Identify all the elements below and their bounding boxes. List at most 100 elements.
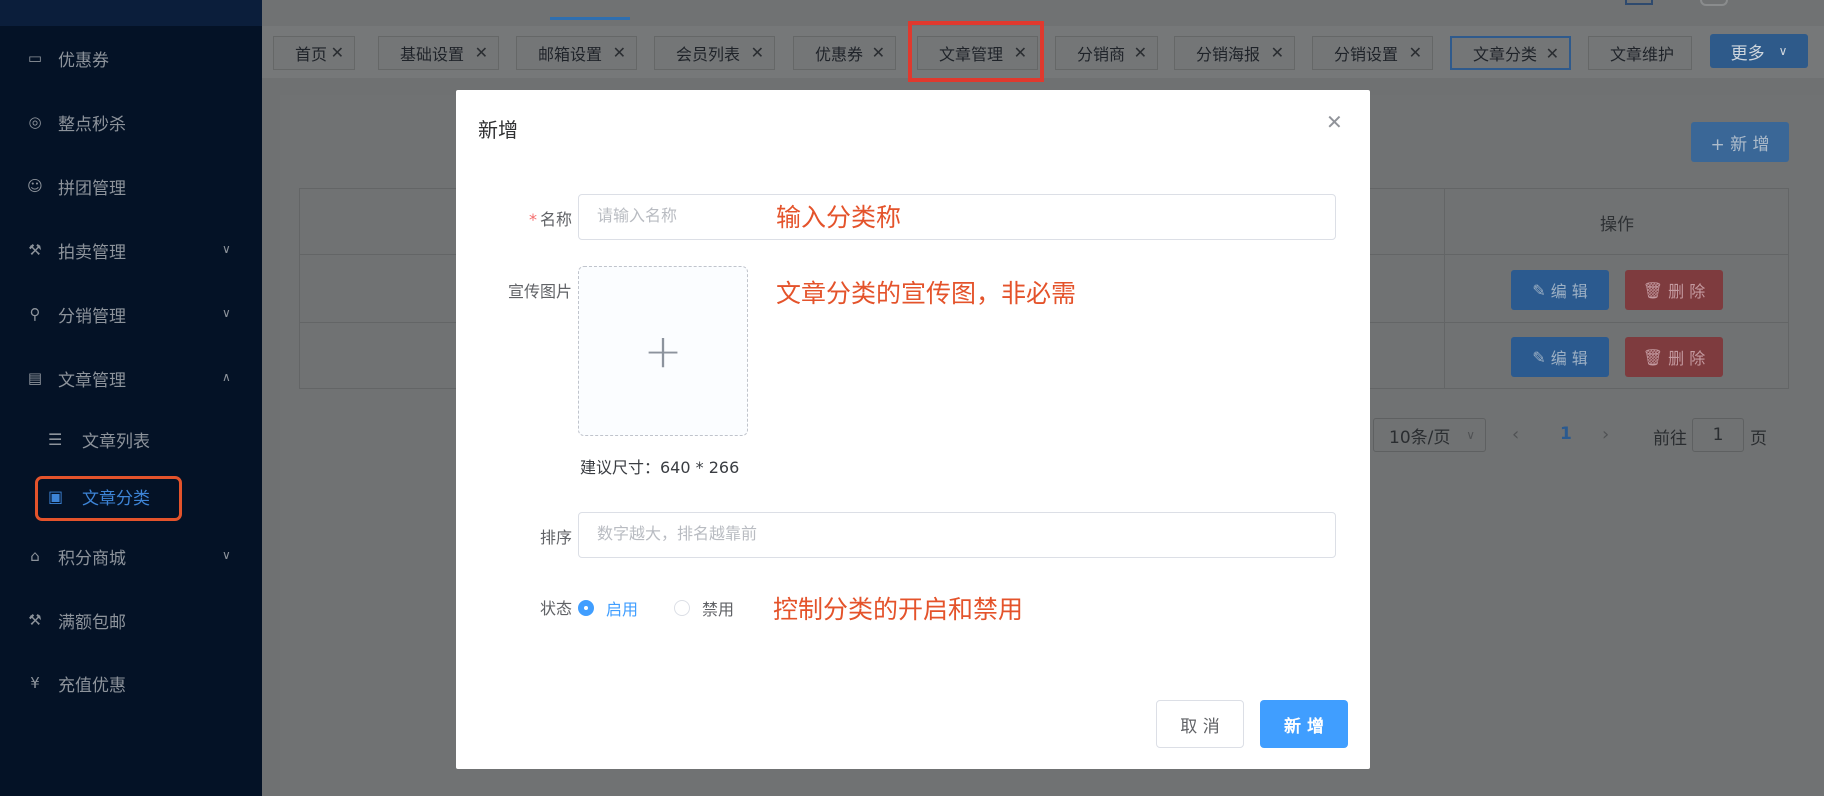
sidebar-item-group-buy[interactable]: ☺ 拼团管理 xyxy=(0,158,262,214)
table-header-actions: 操作 xyxy=(1600,215,1634,235)
name-label-text: 名称 xyxy=(539,210,572,229)
list-icon: ☰ xyxy=(48,429,63,449)
chevron-down-icon: ∨ xyxy=(1466,428,1475,442)
delete-button[interactable]: 🗑 删 除 xyxy=(1625,337,1723,377)
close-icon[interactable]: ✕ xyxy=(331,43,344,62)
tab-home[interactable]: 首页 ✕ xyxy=(273,36,355,70)
sidebar-item-label: 积分商城 xyxy=(58,548,126,569)
image-size-hint: 建议尺寸：640 * 266 xyxy=(580,458,740,477)
edit-button[interactable]: ✎ 编 辑 xyxy=(1511,337,1609,377)
tab-article-category[interactable]: 文章分类 ✕ xyxy=(1450,36,1571,70)
goto-page-input[interactable]: 1 xyxy=(1692,418,1744,452)
logo-strip xyxy=(0,0,262,26)
tab-basic-settings[interactable]: 基础设置 ✕ xyxy=(378,36,499,70)
goto-suffix: 页 xyxy=(1750,429,1767,449)
tab-label: 分销设置 xyxy=(1334,45,1399,64)
sidebar-item-label: 文章管理 xyxy=(58,370,126,391)
close-icon[interactable]: ✕ xyxy=(1271,43,1284,62)
gavel-icon: ⚒ xyxy=(28,241,42,259)
submit-button[interactable]: 新 增 xyxy=(1260,700,1348,748)
delete-button[interactable]: 🗑 删 除 xyxy=(1625,270,1723,310)
document-icon: ▤ xyxy=(27,369,43,387)
delete-label: 删 除 xyxy=(1668,282,1706,301)
sort-input[interactable] xyxy=(578,512,1336,558)
yen-icon: ¥ xyxy=(30,674,40,692)
tab-distributor[interactable]: 分销商 ✕ xyxy=(1055,36,1158,70)
sidebar-item-auction[interactable]: ⚒ 拍卖管理 ∨ xyxy=(0,222,262,278)
close-icon[interactable]: ✕ xyxy=(613,43,626,62)
tab-label: 基础设置 xyxy=(400,45,465,64)
tab-article-maintenance[interactable]: 文章维护 xyxy=(1588,36,1692,70)
chevron-down-icon: ∨ xyxy=(222,306,231,320)
tab-distribution-settings[interactable]: 分销设置 ✕ xyxy=(1312,36,1433,70)
sidebar: ▭ 优惠券 ◎ 整点秒杀 ☺ 拼团管理 ⚒ 拍卖管理 ∨ ⚲ 分销管理 ∨ ▤ … xyxy=(0,0,262,796)
next-page-icon[interactable]: › xyxy=(1602,424,1609,445)
store-icon: ⌂ xyxy=(30,547,40,565)
tab-distribution-poster[interactable]: 分销海报 ✕ xyxy=(1174,36,1295,70)
tab-label: 文章维护 xyxy=(1610,45,1675,64)
cancel-button[interactable]: 取 消 xyxy=(1156,700,1244,748)
sidebar-subitem-article-list[interactable]: ☰ 文章列表 xyxy=(0,414,262,464)
edit-button[interactable]: ✎ 编 辑 xyxy=(1511,270,1609,310)
sidebar-item-points-mall[interactable]: ⌂ 积分商城 ∨ xyxy=(0,528,262,584)
delete-label: 删 除 xyxy=(1668,349,1706,368)
dialog-title: 新增 xyxy=(478,118,518,142)
chevron-down-icon: ∨ xyxy=(222,548,231,562)
image-label: 宣传图片 xyxy=(507,282,572,301)
sidebar-item-coupon[interactable]: ▭ 优惠券 xyxy=(0,30,262,86)
more-label: 更多 xyxy=(1730,43,1765,64)
name-label: * 名称 xyxy=(462,206,572,230)
required-asterisk: * xyxy=(528,210,537,229)
tab-label: 首页 xyxy=(295,45,328,64)
group-icon: ☺ xyxy=(27,177,43,195)
tabs-more-button[interactable]: 更多 ∨ xyxy=(1710,34,1808,68)
radio-label: 启用 xyxy=(606,600,639,619)
sidebar-item-free-shipping[interactable]: ⚒ 满额包邮 xyxy=(0,592,262,648)
page-size-select[interactable]: 10条/页 ∨ xyxy=(1373,418,1486,452)
status-radio-disabled[interactable]: 禁用 xyxy=(674,596,734,620)
coupon-icon: ▭ xyxy=(27,49,43,67)
radio-label: 禁用 xyxy=(702,600,735,619)
plus-icon: + xyxy=(643,324,683,378)
tab-coupon[interactable]: 优惠券 ✕ xyxy=(793,36,896,70)
tab-member-list[interactable]: 会员列表 ✕ xyxy=(654,36,775,70)
avatar[interactable] xyxy=(1700,0,1728,6)
prev-page-icon[interactable]: ‹ xyxy=(1512,424,1519,445)
close-icon[interactable]: ✕ xyxy=(1409,43,1422,62)
sidebar-highlight-box xyxy=(35,476,182,521)
close-icon[interactable]: ✕ xyxy=(751,43,764,62)
fullscreen-icon[interactable] xyxy=(1625,0,1653,5)
current-page[interactable]: 1 xyxy=(1560,424,1572,444)
flash-sale-icon: ◎ xyxy=(28,113,42,131)
tab-highlight-box xyxy=(908,21,1044,82)
sidebar-item-recharge[interactable]: ¥ 充值优惠 xyxy=(0,655,262,711)
radio-dot xyxy=(578,600,594,616)
annotation-name: 输入分类称 xyxy=(776,203,902,232)
edit-icon: ✎ xyxy=(1532,347,1551,367)
close-icon[interactable]: ✕ xyxy=(475,43,488,62)
radio-dot xyxy=(674,600,690,616)
close-icon[interactable]: ✕ xyxy=(1134,43,1147,62)
close-icon[interactable]: ✕ xyxy=(1326,110,1343,134)
trash-icon: 🗑 xyxy=(1642,280,1669,300)
sidebar-item-flash-sale[interactable]: ◎ 整点秒杀 xyxy=(0,94,262,150)
trash-icon: 🗑 xyxy=(1642,347,1669,367)
page-size-value: 10条/页 xyxy=(1389,427,1451,448)
sidebar-item-label: 整点秒杀 xyxy=(58,114,126,135)
chevron-up-icon: ∧ xyxy=(222,370,231,384)
tab-label: 会员列表 xyxy=(676,45,741,64)
sidebar-item-label: 拼团管理 xyxy=(58,178,126,199)
tab-email-settings[interactable]: 邮箱设置 ✕ xyxy=(516,36,637,70)
sidebar-item-articles[interactable]: ▤ 文章管理 ∧ xyxy=(0,350,262,406)
sidebar-item-label: 优惠券 xyxy=(58,50,109,71)
tab-label: 优惠券 xyxy=(815,45,864,64)
top-nav-active-underline xyxy=(550,17,630,20)
status-radio-enabled[interactable]: 启用 xyxy=(578,596,638,620)
close-icon[interactable]: ✕ xyxy=(872,43,885,62)
chevron-down-icon: ∨ xyxy=(1778,44,1788,58)
name-input[interactable] xyxy=(578,194,1336,240)
background-add-button[interactable]: + 新 增 xyxy=(1691,122,1789,162)
close-icon[interactable]: ✕ xyxy=(1546,44,1559,63)
sidebar-item-distribution[interactable]: ⚲ 分销管理 ∨ xyxy=(0,286,262,342)
image-upload[interactable]: + xyxy=(578,266,748,436)
